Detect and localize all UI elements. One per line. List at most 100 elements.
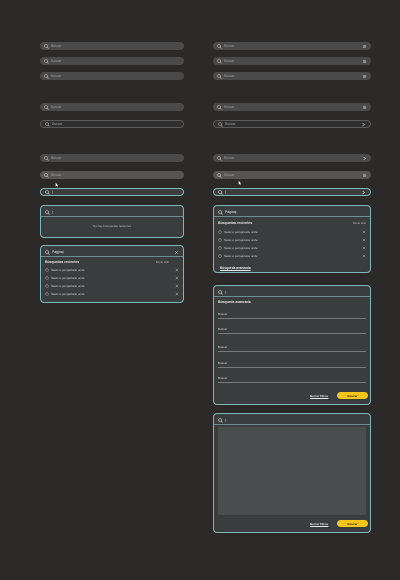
collapse-icon[interactable]: [362, 156, 367, 161]
search-icon: [44, 172, 49, 178]
list-item[interactable]: Seek ut perspiciatis unde: [45, 267, 179, 272]
search-input[interactable]: |: [218, 417, 366, 423]
close-icon[interactable]: [175, 292, 179, 296]
close-icon[interactable]: [175, 268, 179, 272]
clear-filters-button[interactable]: Borrar filtros: [310, 394, 328, 398]
search-input[interactable]: Pág|na|: [45, 249, 179, 255]
search-bar-hover[interactable]: Buscar: [213, 171, 371, 179]
close-icon[interactable]: [175, 276, 179, 280]
history-icon: [45, 291, 49, 296]
close-icon[interactable]: [362, 230, 366, 234]
list-item[interactable]: Seek ut perspiciatis unde: [218, 237, 366, 242]
text-field[interactable]: [218, 382, 366, 383]
clear-all-link[interactable]: Borrar todo: [156, 261, 169, 264]
text-field[interactable]: [218, 367, 366, 368]
recent-search-text: Seek ut perspiciatis unde: [51, 267, 85, 272]
divider: [214, 216, 370, 217]
clear-filters-button[interactable]: Borrar filtros: [310, 522, 328, 526]
search-placeholder: Buscar: [224, 59, 235, 63]
close-icon[interactable]: [174, 250, 179, 255]
advanced-search-link[interactable]: Búsqueda avanzada: [220, 266, 251, 270]
search-icon: [45, 249, 50, 255]
search-placeholder: Buscar: [51, 105, 62, 109]
filter-icon[interactable]: [362, 173, 367, 178]
field-label: Buscar: [218, 376, 228, 380]
list-item[interactable]: Seek ut perspiciatis unde: [218, 245, 366, 250]
search-bar-default[interactable]: Buscar: [40, 72, 184, 80]
search-input[interactable]: |: [218, 289, 366, 295]
search-bar-with-filter[interactable]: Buscar: [213, 72, 371, 80]
search-icon: [218, 209, 223, 215]
search-bar-default[interactable]: Buscar: [40, 57, 184, 65]
search-icon: [218, 189, 223, 195]
field-label: Buscar: [218, 327, 228, 331]
search-bar-default[interactable]: Buscar: [40, 154, 184, 162]
search-bar-with-filter[interactable]: Buscar: [213, 57, 371, 65]
clear-all-link[interactable]: Borrar todo: [353, 222, 366, 225]
list-item[interactable]: Seek ut perspiciatis unde: [45, 291, 179, 296]
search-query: |: [52, 210, 53, 214]
close-icon[interactable]: [362, 246, 366, 250]
cursor-icon: [55, 175, 59, 188]
text-field[interactable]: [218, 318, 366, 319]
close-icon[interactable]: [362, 254, 366, 258]
filter-icon[interactable]: [362, 74, 367, 79]
search-placeholder: Buscar: [51, 44, 62, 48]
search-icon: [218, 417, 223, 423]
search-input[interactable]: |: [45, 209, 179, 215]
search-bar-outline-with-collapse[interactable]: Buscar: [213, 120, 371, 128]
search-placeholder: Buscar: [51, 173, 62, 177]
search-icon: [45, 121, 50, 127]
search-icon: [44, 155, 49, 161]
search-icon: [217, 104, 222, 110]
search-bar-with-filter[interactable]: Buscar: [213, 103, 371, 111]
search-bar-focused[interactable]: |: [40, 188, 184, 196]
search-icon: [217, 172, 222, 178]
recent-search-text: Seek ut perspiciatis unde: [51, 275, 85, 280]
recent-searches-title: Búsquedas recientes: [45, 260, 80, 264]
search-textarea-panel: | Borrar filtros Buscar: [213, 413, 371, 533]
content-textarea[interactable]: [218, 427, 366, 515]
list-item[interactable]: Seek ut perspiciatis unde: [218, 253, 366, 258]
search-button[interactable]: Buscar: [337, 520, 368, 527]
search-query: |: [225, 190, 226, 194]
search-placeholder: Buscar: [224, 44, 235, 48]
search-icon: [44, 104, 49, 110]
history-icon: [218, 237, 222, 242]
search-bar-default[interactable]: Buscar: [40, 103, 184, 111]
text-field[interactable]: [218, 351, 366, 352]
history-icon: [218, 245, 222, 250]
collapse-icon[interactable]: [361, 190, 366, 195]
search-bar-with-filter[interactable]: Buscar: [213, 42, 371, 50]
filter-icon[interactable]: [362, 105, 367, 110]
search-query: |: [225, 418, 226, 422]
search-placeholder: Buscar: [51, 59, 62, 63]
search-bar-outline[interactable]: Buscar: [40, 120, 184, 128]
search-icon: [44, 73, 49, 79]
recent-search-text: Seek ut perspiciatis unde: [224, 245, 258, 250]
field-label: Buscar: [218, 361, 228, 365]
search-input[interactable]: Página|: [218, 209, 366, 215]
text-field[interactable]: [218, 333, 366, 334]
filter-icon[interactable]: [362, 59, 367, 64]
search-query: Pág|na|: [52, 250, 64, 254]
close-icon[interactable]: [362, 238, 366, 242]
history-icon: [218, 229, 222, 234]
search-icon: [45, 209, 50, 215]
search-bar-focused[interactable]: |: [213, 188, 371, 196]
search-icon: [218, 289, 223, 295]
search-bar-hover[interactable]: Buscar: [40, 171, 184, 179]
search-button[interactable]: Buscar: [337, 392, 368, 399]
search-placeholder: Buscar: [51, 74, 62, 78]
empty-message: No hay búsquedas recientes: [92, 224, 132, 228]
list-item[interactable]: Seek ut perspiciatis unde: [218, 229, 366, 234]
collapse-icon[interactable]: [361, 122, 366, 127]
list-item[interactable]: Seek ut perspiciatis unde: [45, 275, 179, 280]
history-icon: [45, 283, 49, 288]
filter-icon[interactable]: [362, 44, 367, 49]
recent-searches-title: Búsquedas recientes: [218, 221, 253, 225]
search-bar-with-collapse[interactable]: Buscar: [213, 154, 371, 162]
list-item[interactable]: Seek ut perspiciatis unde: [45, 283, 179, 288]
close-icon[interactable]: [175, 284, 179, 288]
search-bar-default[interactable]: Buscar: [40, 42, 184, 50]
